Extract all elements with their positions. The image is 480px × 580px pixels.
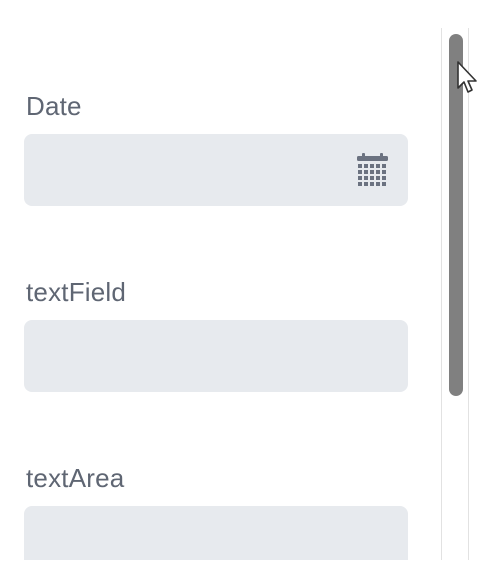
form-fields: Date textField textArea xyxy=(0,0,440,560)
date-label: Date xyxy=(26,91,82,121)
textfield-label: textField xyxy=(26,277,127,307)
date-input[interactable] xyxy=(24,134,408,206)
textfield-input[interactable] xyxy=(24,320,408,392)
calendar-icon[interactable] xyxy=(357,153,388,186)
textarea-input[interactable] xyxy=(24,506,408,560)
scrollbar-track[interactable] xyxy=(441,28,469,560)
form-panel: Date textField textArea xyxy=(0,0,480,580)
mouse-cursor-icon xyxy=(457,61,477,93)
textarea-label: textArea xyxy=(26,463,125,493)
